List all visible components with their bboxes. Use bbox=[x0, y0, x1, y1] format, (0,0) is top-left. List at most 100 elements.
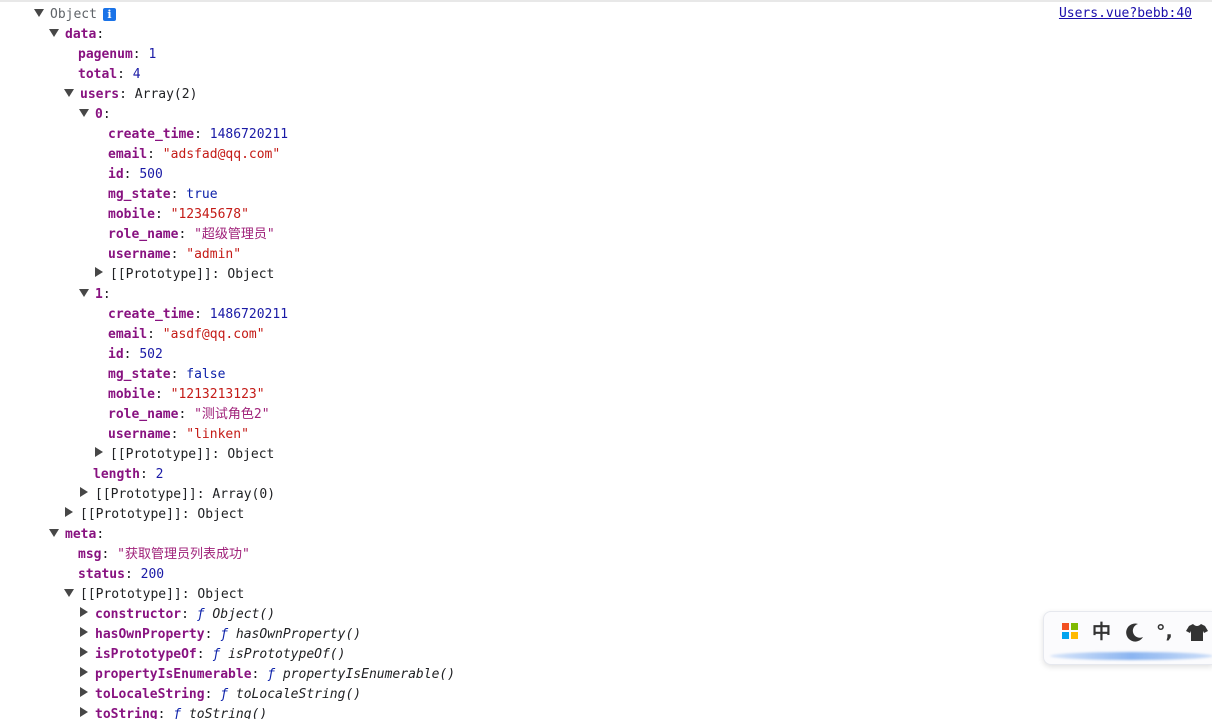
windows-logo-icon[interactable] bbox=[1062, 623, 1078, 639]
property-value: "12345678" bbox=[170, 207, 249, 222]
expand-caret-down-icon[interactable] bbox=[34, 9, 44, 17]
method-row[interactable]: propertyIsEnumerable: ƒ propertyIsEnumer… bbox=[79, 665, 455, 685]
property-row[interactable]: data: bbox=[49, 25, 104, 45]
colon-separator: : bbox=[119, 87, 135, 102]
colon-separator: : bbox=[178, 227, 195, 242]
method-row[interactable]: toLocaleString: ƒ toLocaleString() bbox=[79, 685, 361, 705]
property-key: [[Prototype]] bbox=[80, 587, 182, 602]
colon-separator: : bbox=[96, 527, 105, 542]
property-key: status bbox=[78, 567, 125, 582]
method-row[interactable]: isPrototypeOf: ƒ isPrototypeOf() bbox=[79, 645, 345, 665]
property-row[interactable]: 0: bbox=[79, 105, 111, 125]
property-key: mobile bbox=[108, 207, 155, 222]
colon-separator: : bbox=[124, 567, 141, 582]
method-row[interactable]: toString: ƒ toString() bbox=[79, 705, 267, 719]
expand-caret-right-icon[interactable] bbox=[80, 647, 88, 657]
property-row[interactable]: Object i bbox=[34, 5, 116, 25]
property-row[interactable]: [[Prototype]]: Object bbox=[94, 445, 274, 465]
colon-separator: : bbox=[178, 407, 195, 422]
property-row[interactable]: [[Prototype]]: Object bbox=[64, 585, 244, 605]
property-value: "adsfad@qq.com" bbox=[162, 147, 281, 162]
property-row: msg: "获取管理员列表成功" bbox=[78, 545, 250, 565]
property-value: 2 bbox=[155, 467, 164, 482]
info-icon[interactable]: i bbox=[102, 8, 116, 21]
property-row[interactable]: 1: bbox=[79, 285, 111, 305]
colon-separator: : bbox=[251, 667, 268, 682]
expand-caret-down-icon[interactable] bbox=[79, 109, 89, 117]
property-key: email bbox=[108, 327, 148, 342]
function-name: Object() bbox=[212, 607, 276, 622]
function-icon: ƒ bbox=[212, 647, 229, 662]
expand-caret-down-icon[interactable] bbox=[49, 29, 59, 37]
property-key: toString bbox=[95, 707, 158, 719]
property-key: meta bbox=[65, 527, 97, 542]
property-key: mg_state bbox=[108, 187, 171, 202]
colon-separator: : bbox=[170, 427, 187, 442]
colon-separator: : bbox=[194, 307, 210, 322]
property-value: "linken" bbox=[186, 427, 249, 442]
expand-caret-down-icon[interactable] bbox=[49, 529, 59, 537]
property-key: email bbox=[108, 147, 148, 162]
expand-caret-right-icon[interactable] bbox=[80, 487, 88, 497]
property-row: username: "admin" bbox=[108, 245, 241, 265]
colon-separator: : bbox=[170, 187, 187, 202]
colon-separator: : bbox=[117, 67, 133, 82]
expand-caret-right-icon[interactable] bbox=[80, 667, 88, 677]
expand-caret-right-icon[interactable] bbox=[80, 687, 88, 697]
ime-mode-button[interactable]: 中 bbox=[1092, 620, 1111, 644]
colon-separator: : bbox=[102, 107, 111, 122]
punctuation-button[interactable]: °, bbox=[1156, 620, 1173, 644]
property-row: role_name: "超级管理员" bbox=[108, 225, 275, 245]
colon-separator: : bbox=[196, 487, 213, 502]
expand-caret-right-icon[interactable] bbox=[95, 267, 103, 277]
property-value: "测试角色2" bbox=[194, 407, 270, 422]
colon-separator: : bbox=[194, 127, 210, 142]
shirt-icon[interactable] bbox=[1185, 620, 1209, 644]
method-row[interactable]: hasOwnProperty: ƒ hasOwnProperty() bbox=[79, 625, 361, 645]
colon-separator: : bbox=[211, 267, 228, 282]
property-key: username bbox=[108, 427, 171, 442]
property-value: 502 bbox=[139, 347, 163, 362]
expand-caret-right-icon[interactable] bbox=[80, 707, 88, 717]
property-row[interactable]: users: Array(2) bbox=[64, 85, 197, 105]
expand-caret-right-icon[interactable] bbox=[95, 447, 103, 457]
property-row: username: "linken" bbox=[108, 425, 249, 445]
function-name: hasOwnProperty() bbox=[235, 627, 362, 642]
property-row: email: "adsfad@qq.com" bbox=[108, 145, 280, 165]
ime-toolbar: 中 °, bbox=[1043, 611, 1212, 665]
function-icon: ƒ bbox=[220, 687, 236, 702]
expand-caret-right-icon[interactable] bbox=[65, 507, 73, 517]
property-row[interactable]: [[Prototype]]: Object bbox=[64, 505, 244, 525]
moon-icon[interactable] bbox=[1124, 620, 1146, 644]
function-name: propertyIsEnumerable() bbox=[282, 667, 456, 682]
top-border bbox=[0, 0, 1212, 2]
expand-caret-down-icon[interactable] bbox=[64, 589, 74, 597]
colon-separator: : bbox=[211, 447, 228, 462]
expand-caret-right-icon[interactable] bbox=[80, 627, 88, 637]
property-key: [[Prototype]] bbox=[80, 507, 182, 522]
source-link[interactable]: Users.vue?bebb:40 bbox=[1059, 4, 1192, 24]
property-row[interactable]: [[Prototype]]: Array(0) bbox=[79, 485, 275, 505]
expand-caret-down-icon[interactable] bbox=[64, 89, 74, 97]
property-value: "asdf@qq.com" bbox=[162, 327, 265, 342]
colon-separator: : bbox=[204, 627, 221, 642]
property-value: 1486720211 bbox=[209, 307, 289, 322]
function-name: toString() bbox=[188, 707, 268, 719]
property-key: [[Prototype]] bbox=[110, 267, 212, 282]
property-row: length: 2 bbox=[93, 465, 163, 485]
property-key: propertyIsEnumerable bbox=[95, 667, 252, 682]
colon-separator: : bbox=[102, 287, 111, 302]
method-row[interactable]: constructor: ƒ Object() bbox=[79, 605, 275, 625]
property-row[interactable]: meta: bbox=[49, 525, 104, 545]
expand-caret-down-icon[interactable] bbox=[79, 289, 89, 297]
property-key: users bbox=[80, 87, 120, 102]
expand-caret-right-icon[interactable] bbox=[80, 607, 88, 617]
property-row[interactable]: [[Prototype]]: Object bbox=[94, 265, 274, 285]
property-key: create_time bbox=[108, 127, 195, 142]
property-row: role_name: "测试角色2" bbox=[108, 405, 270, 425]
property-value: Object bbox=[227, 447, 275, 462]
function-icon: ƒ bbox=[220, 627, 236, 642]
colon-separator: : bbox=[154, 387, 171, 402]
property-key: isPrototypeOf bbox=[95, 647, 197, 662]
property-key: hasOwnProperty bbox=[95, 627, 205, 642]
